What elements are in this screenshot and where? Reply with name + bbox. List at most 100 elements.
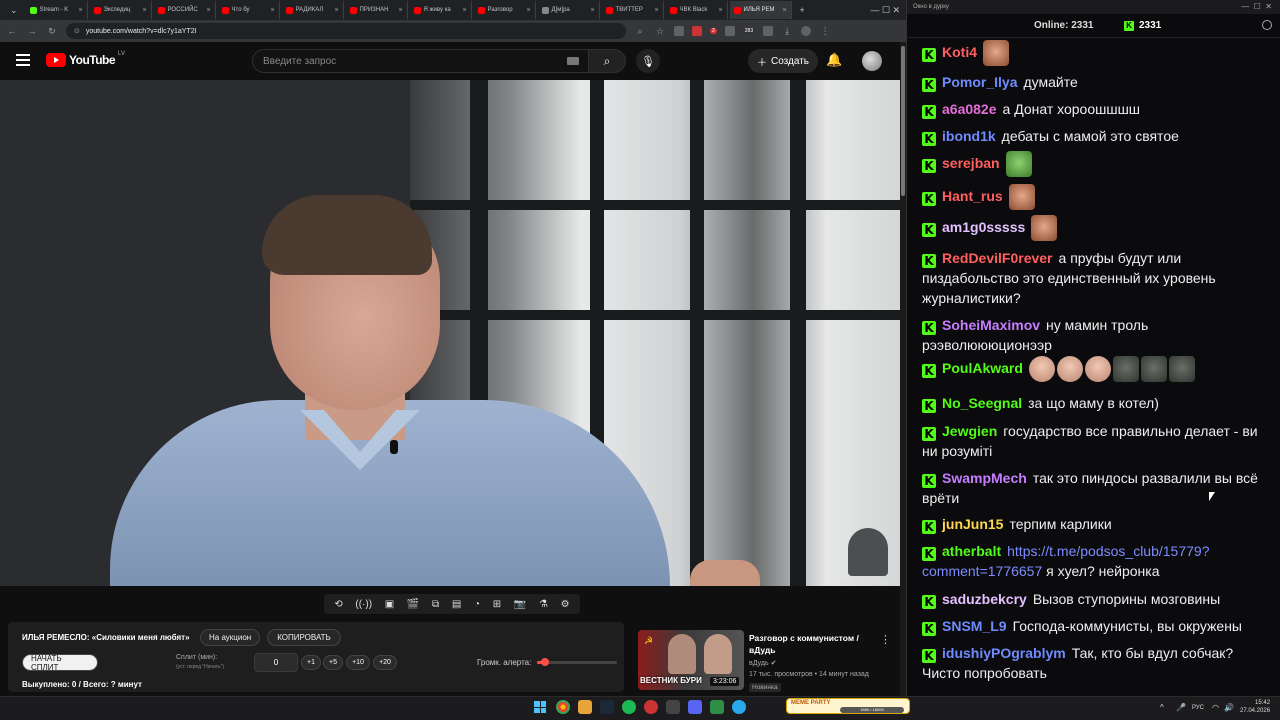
reload-icon[interactable]: ↻: [46, 26, 58, 37]
close-tab-icon[interactable]: ×: [462, 7, 466, 14]
forward-icon[interactable]: →: [26, 26, 38, 36]
window-controls[interactable]: — ☐ ✕: [1241, 2, 1272, 11]
chat-message[interactable]: K Jewgien государство все правильно делает…: [922, 421, 1264, 461]
split-minutes-input[interactable]: 0: [254, 653, 298, 672]
close-tab-icon[interactable]: ×: [398, 7, 402, 14]
close-tab-icon[interactable]: ×: [590, 7, 594, 14]
browser-tab[interactable]: РАДИКАЛ ×: [282, 1, 344, 19]
notifications-bell-icon[interactable]: 🔔: [826, 52, 842, 68]
back-icon[interactable]: ←: [6, 26, 18, 36]
keyboard-icon[interactable]: [567, 57, 579, 65]
chat-username[interactable]: RedDevilF0rever: [942, 250, 1053, 266]
wifi-icon[interactable]: ◠: [1212, 703, 1219, 712]
file-explorer-icon[interactable]: [578, 700, 592, 714]
chat-username[interactable]: PoulAkward: [942, 360, 1023, 376]
chat-username[interactable]: a6a082e: [942, 101, 997, 117]
clock[interactable]: 15:42 27.04.2026: [1240, 699, 1270, 715]
browser-tab[interactable]: Что бу ×: [218, 1, 280, 19]
download-icon[interactable]: ⤓: [781, 26, 793, 37]
extension-icon[interactable]: [674, 26, 684, 36]
chat-message[interactable]: KjunJun15 терпим карлики: [922, 514, 1264, 534]
tab-search-icon[interactable]: ⌄: [4, 5, 24, 16]
chat-username[interactable]: saduzbekcry: [942, 591, 1027, 607]
flask-icon[interactable]: ⚗: [539, 599, 548, 610]
chat-message[interactable]: Kam1g0sssss: [922, 215, 1264, 241]
create-button[interactable]: ＋ Создать: [748, 49, 818, 73]
film-icon[interactable]: ▤: [452, 599, 461, 610]
alert-volume-knob[interactable]: [541, 658, 549, 666]
address-bar[interactable]: ⊙ youtube.com/watch?v=dlc7y1aYT2I: [66, 23, 626, 39]
page-scrollbar-thumb[interactable]: [901, 46, 905, 196]
add-screen-icon[interactable]: ⊞: [493, 599, 501, 610]
step-button[interactable]: +20: [373, 655, 397, 670]
window-controls[interactable]: — ☐ ✕: [864, 5, 906, 16]
loop-icon[interactable]: ⟲: [334, 599, 342, 610]
chat-message-list[interactable]: K Koti4 K Pomor_Ilya думайте Ka6a082e а Донат …: [914, 38, 1270, 688]
browser-tab[interactable]: ИЛЬЯ РЕМ ×: [729, 1, 792, 19]
clapper-icon[interactable]: 🎬: [407, 599, 419, 610]
new-tab-button[interactable]: +: [794, 5, 811, 15]
related-video-channel[interactable]: вДудь ✔: [749, 659, 776, 667]
hamburger-menu-icon[interactable]: [16, 54, 30, 66]
extension-icon[interactable]: [724, 26, 735, 36]
chat-message[interactable]: Ksaduzbekcry Вызов ступорины мозговины: [922, 589, 1264, 609]
microphone-tray-icon[interactable]: 🎤: [1176, 703, 1186, 712]
browser-menu-icon[interactable]: ⋮: [819, 26, 831, 37]
voice-search-button[interactable]: 🎙: [636, 49, 660, 73]
related-video-title[interactable]: Разговор с коммунистом / вДудь: [749, 632, 869, 656]
app-icon[interactable]: [710, 700, 724, 714]
speedometer-icon[interactable]: ◔: [474, 599, 480, 610]
telegram-icon[interactable]: [732, 700, 746, 714]
chat-settings-icon[interactable]: [1262, 20, 1272, 30]
camera-icon[interactable]: 📷: [514, 599, 526, 610]
start-split-button[interactable]: НАЧАТЬ СПЛИТ: [22, 654, 98, 672]
extension-icon[interactable]: [692, 26, 702, 36]
chat-message[interactable]: K Pomor_Ilya думайте: [922, 72, 1264, 92]
chat-message[interactable]: Kserejban: [922, 151, 1264, 177]
chat-message[interactable]: Katherbalt https://t.me/podsos_club/15779…: [922, 541, 1264, 581]
close-tab-icon[interactable]: ×: [526, 7, 530, 14]
chat-message[interactable]: K Hant_rus: [922, 184, 1264, 210]
chat-username[interactable]: Pomor_Ilya: [942, 74, 1017, 90]
search-input[interactable]: Введите запрос: [252, 49, 590, 73]
step-button[interactable]: +5: [323, 655, 343, 670]
screen-record-icon[interactable]: ▣: [385, 599, 394, 610]
browser-tab[interactable]: Д[м]ра ×: [538, 1, 600, 19]
browser-tab[interactable]: Экспедиц ×: [90, 1, 152, 19]
input-language[interactable]: РУС: [1192, 705, 1204, 711]
profile-icon[interactable]: [801, 26, 812, 36]
chat-username[interactable]: SwampMech: [942, 470, 1027, 486]
to-auction-button[interactable]: На аукцион: [200, 629, 261, 646]
alert-volume-slider[interactable]: [537, 661, 617, 664]
chat-username[interactable]: No_Seegnal: [942, 395, 1022, 411]
close-tab-icon[interactable]: ×: [654, 7, 658, 14]
chat-message[interactable]: KidushiyPOgrablym Так, кто бы вдул собчак…: [922, 643, 1264, 683]
chat-username[interactable]: Jewgien: [942, 423, 997, 439]
youtube-logo[interactable]: YouTube LV: [46, 51, 125, 67]
chat-message[interactable]: K PoulAkward: [922, 356, 1264, 382]
volume-icon[interactable]: 🔊: [1224, 703, 1234, 712]
windows-start-icon[interactable]: [534, 701, 546, 713]
close-tab-icon[interactable]: ×: [782, 7, 786, 14]
browser-tab[interactable]: ЧВК Black ×: [666, 1, 728, 19]
chat-message[interactable]: K SwampMech так это пиндосы развалили вы в…: [922, 468, 1264, 508]
tray-chevron-icon[interactable]: ^: [1160, 703, 1164, 712]
app-icon[interactable]: [644, 700, 658, 714]
close-tab-icon[interactable]: ×: [270, 7, 274, 14]
bookmark-star-icon[interactable]: ☆: [654, 26, 666, 37]
close-tab-icon[interactable]: ×: [142, 7, 146, 14]
browser-tab[interactable]: ПРИЗНАН ×: [346, 1, 408, 19]
chat-message[interactable]: K Koti4: [922, 40, 1264, 66]
chrome-icon[interactable]: [556, 700, 570, 714]
picture-in-picture-icon[interactable]: ⧉: [432, 599, 439, 610]
settings-gear-icon[interactable]: ⚙: [561, 599, 570, 610]
steam-icon[interactable]: [600, 700, 614, 714]
chat-username[interactable]: am1g0sssss: [942, 219, 1025, 235]
close-tab-icon[interactable]: ×: [78, 7, 82, 14]
chat-username[interactable]: Koti4: [942, 44, 977, 60]
browser-tab[interactable]: Stream - K ×: [26, 1, 88, 19]
chat-message[interactable]: K RedDevilF0rever а пруфы будут или пиздаб…: [922, 248, 1264, 308]
step-button[interactable]: +1: [301, 655, 321, 670]
close-tab-icon[interactable]: ×: [334, 7, 338, 14]
spotify-icon[interactable]: [622, 700, 636, 714]
